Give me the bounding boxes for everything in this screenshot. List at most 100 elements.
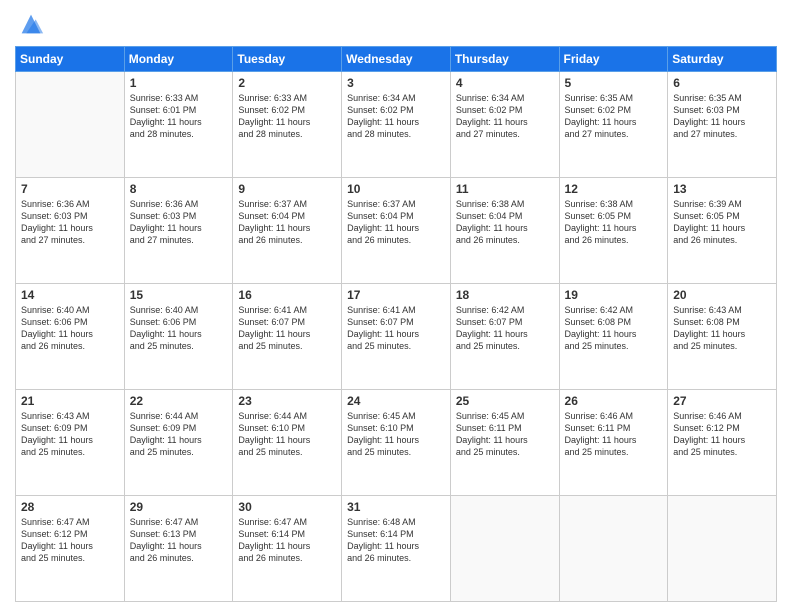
cell-info: Sunrise: 6:33 AM Sunset: 6:01 PM Dayligh… xyxy=(130,92,228,141)
day-number: 20 xyxy=(673,288,771,302)
weekday-header-thursday: Thursday xyxy=(450,47,559,72)
day-number: 14 xyxy=(21,288,119,302)
calendar-cell xyxy=(16,72,125,178)
calendar-cell: 12Sunrise: 6:38 AM Sunset: 6:05 PM Dayli… xyxy=(559,178,668,284)
day-number: 27 xyxy=(673,394,771,408)
calendar-cell: 17 Sunrise: 6:41 AM Sunset: 6:07 PM Dayli… xyxy=(342,284,451,390)
day-number: 21 xyxy=(21,394,119,408)
cell-info: Sunrise: 6:39 AM Sunset: 6:05 PM Dayligh… xyxy=(673,198,771,247)
cell-info: Sunrise: 6:45 AM Sunset: 6:10 PM Dayligh… xyxy=(347,410,445,459)
cell-info: Sunrise: 6:47 AM Sunset: 6:14 PM Dayligh… xyxy=(238,516,336,565)
weekday-header-wednesday: Wednesday xyxy=(342,47,451,72)
day-number: 11 xyxy=(456,182,554,196)
weekday-header-saturday: Saturday xyxy=(668,47,777,72)
calendar-cell: 3 Sunrise: 6:34 AM Sunset: 6:02 PM Daylig… xyxy=(342,72,451,178)
calendar-cell: 26 Sunrise: 6:46 AM Sunset: 6:11 PM Dayli… xyxy=(559,390,668,496)
calendar-cell: 9 Sunrise: 6:37 AM Sunset: 6:04 PM Daylig… xyxy=(233,178,342,284)
day-number: 23 xyxy=(238,394,336,408)
day-number: 2 xyxy=(238,76,336,90)
calendar-cell: 27 Sunrise: 6:46 AM Sunset: 6:12 PM Dayli… xyxy=(668,390,777,496)
cell-info: Sunrise: 6:41 AM Sunset: 6:07 PM Dayligh… xyxy=(347,304,445,353)
cell-info: Sunrise: 6:36 AM Sunset: 6:03 PM Dayligh… xyxy=(21,198,119,247)
day-number: 6 xyxy=(673,76,771,90)
cell-info: Sunrise: 6:41 AM Sunset: 6:07 PM Dayligh… xyxy=(238,304,336,353)
cell-info: Sunrise: 6:47 AM Sunset: 6:12 PM Dayligh… xyxy=(21,516,119,565)
day-number: 5 xyxy=(565,76,663,90)
weekday-header-monday: Monday xyxy=(124,47,233,72)
weekday-header-tuesday: Tuesday xyxy=(233,47,342,72)
week-row-5: 28 Sunrise: 6:47 AM Sunset: 6:12 PM Dayli… xyxy=(16,496,777,602)
day-number: 24 xyxy=(347,394,445,408)
day-number: 30 xyxy=(238,500,336,514)
day-number: 7 xyxy=(21,182,119,196)
cell-info: Sunrise: 6:37 AM Sunset: 6:04 PM Dayligh… xyxy=(238,198,336,247)
cell-info: Sunrise: 6:34 AM Sunset: 6:02 PM Dayligh… xyxy=(347,92,445,141)
cell-info: Sunrise: 6:48 AM Sunset: 6:14 PM Dayligh… xyxy=(347,516,445,565)
day-number: 29 xyxy=(130,500,228,514)
calendar-cell xyxy=(450,496,559,602)
day-number: 28 xyxy=(21,500,119,514)
cell-info: Sunrise: 6:43 AM Sunset: 6:08 PM Dayligh… xyxy=(673,304,771,353)
week-row-3: 14 Sunrise: 6:40 AM Sunset: 6:06 PM Dayli… xyxy=(16,284,777,390)
cell-info: Sunrise: 6:42 AM Sunset: 6:08 PM Dayligh… xyxy=(565,304,663,353)
cell-info: Sunrise: 6:45 AM Sunset: 6:11 PM Dayligh… xyxy=(456,410,554,459)
calendar-cell: 21Sunrise: 6:43 AM Sunset: 6:09 PM Dayli… xyxy=(16,390,125,496)
day-number: 3 xyxy=(347,76,445,90)
calendar-cell: 31 Sunrise: 6:48 AM Sunset: 6:14 PM Dayli… xyxy=(342,496,451,602)
day-number: 26 xyxy=(565,394,663,408)
calendar-cell: 29 Sunrise: 6:47 AM Sunset: 6:13 PM Dayli… xyxy=(124,496,233,602)
cell-info: Sunrise: 6:40 AM Sunset: 6:06 PM Dayligh… xyxy=(21,304,119,353)
calendar-cell: 10Sunrise: 6:37 AM Sunset: 6:04 PM Dayli… xyxy=(342,178,451,284)
week-row-1: 1Sunrise: 6:33 AM Sunset: 6:01 PM Daylig… xyxy=(16,72,777,178)
day-number: 9 xyxy=(238,182,336,196)
calendar-cell: 2 Sunrise: 6:33 AM Sunset: 6:02 PM Daylig… xyxy=(233,72,342,178)
cell-info: Sunrise: 6:35 AM Sunset: 6:02 PM Dayligh… xyxy=(565,92,663,141)
calendar-cell: 11Sunrise: 6:38 AM Sunset: 6:04 PM Dayli… xyxy=(450,178,559,284)
calendar-cell: 19 Sunrise: 6:42 AM Sunset: 6:08 PM Dayli… xyxy=(559,284,668,390)
cell-info: Sunrise: 6:36 AM Sunset: 6:03 PM Dayligh… xyxy=(130,198,228,247)
weekday-header-sunday: Sunday xyxy=(16,47,125,72)
day-number: 13 xyxy=(673,182,771,196)
day-number: 10 xyxy=(347,182,445,196)
calendar-cell: 23Sunrise: 6:44 AM Sunset: 6:10 PM Dayli… xyxy=(233,390,342,496)
day-number: 8 xyxy=(130,182,228,196)
day-number: 15 xyxy=(130,288,228,302)
page: SundayMondayTuesdayWednesdayThursdayFrid… xyxy=(0,0,792,612)
header xyxy=(15,10,777,38)
weekday-header-friday: Friday xyxy=(559,47,668,72)
calendar-cell: 22Sunrise: 6:44 AM Sunset: 6:09 PM Dayli… xyxy=(124,390,233,496)
day-number: 31 xyxy=(347,500,445,514)
cell-info: Sunrise: 6:47 AM Sunset: 6:13 PM Dayligh… xyxy=(130,516,228,565)
cell-info: Sunrise: 6:46 AM Sunset: 6:11 PM Dayligh… xyxy=(565,410,663,459)
cell-info: Sunrise: 6:44 AM Sunset: 6:09 PM Dayligh… xyxy=(130,410,228,459)
day-number: 17 xyxy=(347,288,445,302)
day-number: 4 xyxy=(456,76,554,90)
cell-info: Sunrise: 6:42 AM Sunset: 6:07 PM Dayligh… xyxy=(456,304,554,353)
calendar-cell: 5 Sunrise: 6:35 AM Sunset: 6:02 PM Daylig… xyxy=(559,72,668,178)
calendar-cell: 28 Sunrise: 6:47 AM Sunset: 6:12 PM Dayli… xyxy=(16,496,125,602)
calendar-cell: 14 Sunrise: 6:40 AM Sunset: 6:06 PM Dayli… xyxy=(16,284,125,390)
cell-info: Sunrise: 6:46 AM Sunset: 6:12 PM Dayligh… xyxy=(673,410,771,459)
day-number: 25 xyxy=(456,394,554,408)
weekday-header-row: SundayMondayTuesdayWednesdayThursdayFrid… xyxy=(16,47,777,72)
calendar-cell: 16 Sunrise: 6:41 AM Sunset: 6:07 PM Dayli… xyxy=(233,284,342,390)
calendar-table: SundayMondayTuesdayWednesdayThursdayFrid… xyxy=(15,46,777,602)
calendar-cell xyxy=(668,496,777,602)
calendar-cell: 7 Sunrise: 6:36 AM Sunset: 6:03 PM Daylig… xyxy=(16,178,125,284)
cell-info: Sunrise: 6:38 AM Sunset: 6:05 PM Dayligh… xyxy=(565,198,663,247)
day-number: 16 xyxy=(238,288,336,302)
calendar-cell: 18 Sunrise: 6:42 AM Sunset: 6:07 PM Dayli… xyxy=(450,284,559,390)
cell-info: Sunrise: 6:33 AM Sunset: 6:02 PM Dayligh… xyxy=(238,92,336,141)
day-number: 19 xyxy=(565,288,663,302)
calendar-cell: 6Sunrise: 6:35 AM Sunset: 6:03 PM Daylig… xyxy=(668,72,777,178)
cell-info: Sunrise: 6:34 AM Sunset: 6:02 PM Dayligh… xyxy=(456,92,554,141)
calendar-cell: 4 Sunrise: 6:34 AM Sunset: 6:02 PM Daylig… xyxy=(450,72,559,178)
calendar-cell: 30 Sunrise: 6:47 AM Sunset: 6:14 PM Dayli… xyxy=(233,496,342,602)
calendar-cell: 24 Sunrise: 6:45 AM Sunset: 6:10 PM Dayli… xyxy=(342,390,451,496)
calendar-cell xyxy=(559,496,668,602)
calendar-cell: 20 Sunrise: 6:43 AM Sunset: 6:08 PM Dayli… xyxy=(668,284,777,390)
logo-icon xyxy=(17,10,45,38)
calendar-cell: 1Sunrise: 6:33 AM Sunset: 6:01 PM Daylig… xyxy=(124,72,233,178)
calendar-cell: 13 Sunrise: 6:39 AM Sunset: 6:05 PM Dayli… xyxy=(668,178,777,284)
day-number: 18 xyxy=(456,288,554,302)
